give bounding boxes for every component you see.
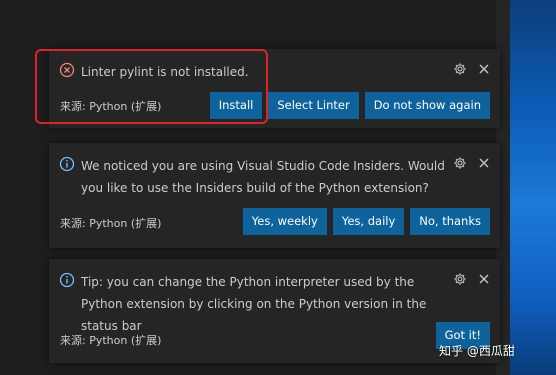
notification-toast-tip: Tip: you can change the Python interpret… — [49, 259, 500, 363]
notification-toast-insiders: We noticed you are using Visual Studio C… — [49, 143, 500, 248]
notification-message: We noticed you are using Visual Studio C… — [81, 159, 445, 195]
notification-source: 来源: Python (扩展) — [60, 217, 162, 230]
watermark: 知乎 @西瓜甜 — [439, 344, 515, 358]
do-not-show-again-button[interactable]: Do not show again — [364, 92, 490, 119]
close-icon[interactable] — [476, 155, 492, 171]
no-thanks-button[interactable]: No, thanks — [410, 208, 490, 235]
notification-actions: Yes, weekly Yes, daily No, thanks — [237, 208, 490, 235]
close-icon[interactable] — [476, 61, 492, 77]
highlight-annotation — [35, 49, 268, 124]
info-circle-icon — [59, 272, 75, 288]
select-linter-button[interactable]: Select Linter — [268, 92, 359, 119]
desktop-wallpaper — [510, 0, 556, 375]
notification-message-row: Tip: you can change the Python interpret… — [59, 271, 450, 337]
notification-toolbar — [452, 271, 492, 287]
info-circle-icon — [59, 156, 75, 172]
yes-weekly-button[interactable]: Yes, weekly — [242, 208, 327, 235]
gear-icon[interactable] — [452, 271, 468, 287]
gear-icon[interactable] — [452, 61, 468, 77]
notification-message: Tip: you can change the Python interpret… — [81, 275, 427, 333]
notification-toolbar — [452, 61, 492, 77]
notification-message-row: We noticed you are using Visual Studio C… — [59, 155, 450, 199]
gear-icon[interactable] — [452, 155, 468, 171]
close-icon[interactable] — [476, 271, 492, 287]
notification-source: 来源: Python (扩展) — [60, 334, 162, 347]
notification-toolbar — [452, 155, 492, 171]
yes-daily-button[interactable]: Yes, daily — [332, 208, 405, 235]
